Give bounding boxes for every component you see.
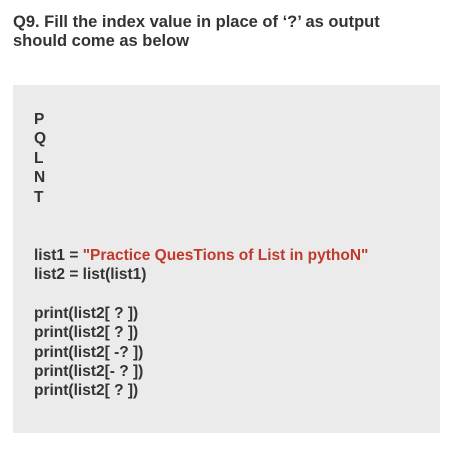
output-line: Q [34, 130, 47, 148]
question-line-1: Q9. Fill the index value in place of ‘?’… [13, 13, 380, 31]
code-line-list2: list2 = list(list1) [34, 266, 147, 284]
code-list1-prefix: list1 = [34, 246, 83, 264]
output-line: P [34, 111, 45, 128]
output-line: T [34, 188, 44, 206]
code-print-line: print(list2[ -? ]) [34, 343, 144, 361]
output-line: N [34, 169, 46, 187]
code-line-list1: list1 = "Practice QuesTions of List in p… [34, 246, 368, 265]
code-content: P Q L N T list1 = "Practice QuesTions of… [34, 110, 368, 401]
code-print-line: print(list2[ ? ]) [34, 324, 139, 342]
question-text: Q9. Fill the index value in place of ‘?’… [13, 9, 433, 51]
code-print-line: print(list2[- ? ]) [34, 363, 144, 381]
code-print-line: print(list2[ ? ]) [34, 304, 139, 322]
code-block: P Q L N T list1 = "Practice QuesTions of… [13, 85, 440, 433]
output-line: L [34, 149, 44, 167]
code-string-literal: "Practice QuesTions of List in pythoN" [82, 246, 369, 264]
code-print-line: print(list2[ ? ]) [34, 382, 139, 400]
question-line-2: should come as below [13, 32, 190, 51]
